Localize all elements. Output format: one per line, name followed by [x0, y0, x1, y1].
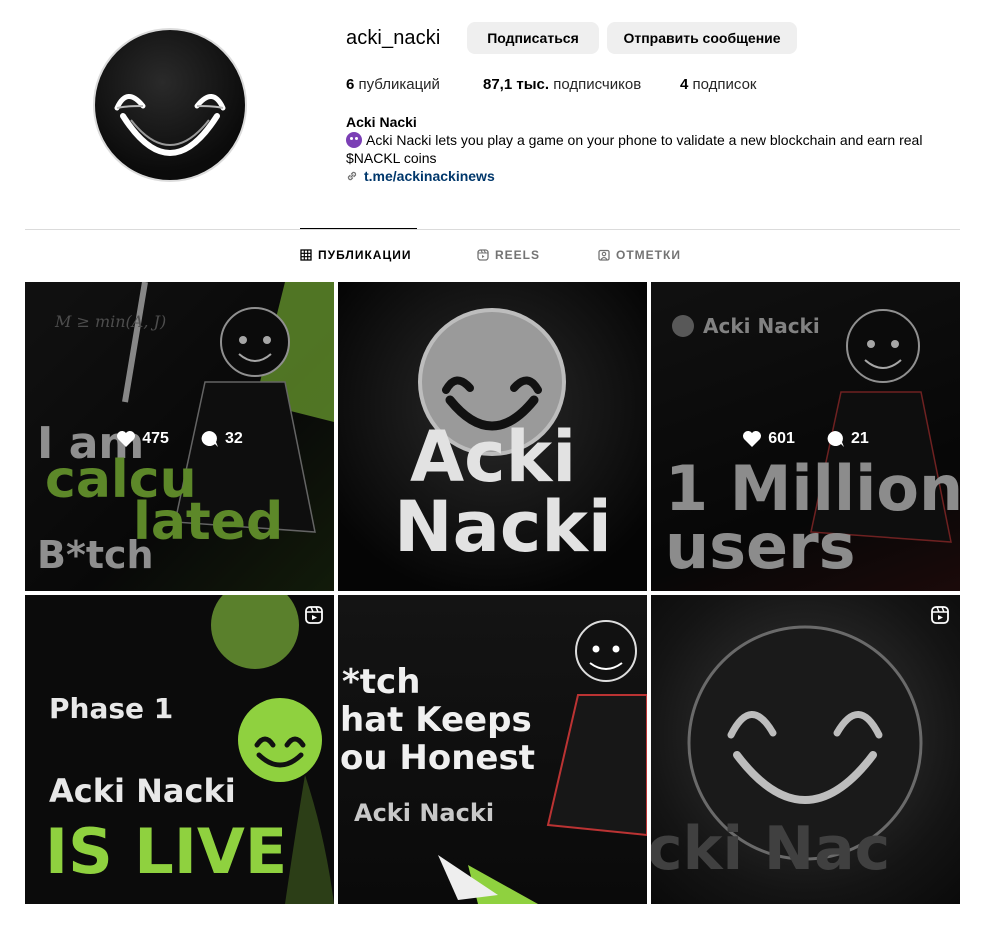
devil-emoji-icon: [346, 132, 362, 148]
post-text-line: IS LIVE: [45, 815, 288, 888]
following-count: 4: [680, 76, 689, 93]
likes-count: 475: [116, 430, 169, 448]
post-text-line: Phase 1: [49, 692, 174, 725]
reel-badge-icon: [305, 606, 323, 624]
heart-icon: [117, 431, 136, 447]
tab-tagged[interactable]: ОТМЕТКИ: [598, 248, 681, 262]
bio-text: Acki Nacki lets you play a game on your …: [346, 131, 956, 167]
post-tile-6[interactable]: cki Nac: [651, 595, 960, 904]
post-tile-4[interactable]: Phase 1 Acki Nacki IS LIVE: [25, 595, 334, 904]
likes-value: 475: [142, 430, 169, 447]
followers-stat[interactable]: 87,1 тыс. подписчиков: [483, 76, 641, 93]
posts-stat[interactable]: 6 публикаций: [346, 76, 440, 93]
tabs-divider: [25, 229, 960, 230]
bio-link[interactable]: t.me/ackinackinews: [346, 168, 495, 184]
bio-name: Acki Nacki: [346, 114, 417, 130]
tab-posts[interactable]: ПУБЛИКАЦИИ: [300, 248, 411, 262]
bio-description: Acki Nacki lets you play a game on your …: [346, 132, 923, 166]
following-stat[interactable]: 4 подписок: [680, 76, 756, 93]
post-text-line: ou Honest: [340, 738, 535, 778]
likes-value: 601: [768, 430, 795, 447]
post-brand: Acki Nacki: [354, 799, 495, 827]
post-stats: 475 32: [25, 430, 334, 448]
post-text-line: cki Nac: [651, 814, 891, 884]
comments-value: 21: [850, 430, 869, 447]
post-stats: 601 21: [651, 430, 960, 448]
link-icon: [347, 171, 357, 181]
comments-value: 32: [224, 430, 243, 447]
followers-label: подписчиков: [553, 76, 642, 93]
reel-badge-icon: [931, 606, 949, 624]
posts-count: 6: [346, 76, 355, 93]
likes-count: 601: [742, 430, 795, 448]
send-message-button[interactable]: Отправить сообщение: [607, 22, 797, 54]
tagged-icon: [598, 249, 610, 261]
reels-icon: [477, 249, 489, 261]
heart-icon: [743, 431, 762, 447]
post-tile-3[interactable]: Acki Nacki 1 Million users 601 21: [651, 282, 960, 591]
profile-avatar[interactable]: [93, 28, 247, 182]
comment-icon: [827, 431, 844, 447]
tab-tagged-label: ОТМЕТКИ: [616, 248, 681, 262]
posts-label: публикаций: [358, 76, 440, 93]
post-text-line: Acki: [410, 416, 577, 498]
post-text-line: Acki Nacki: [49, 772, 236, 810]
follow-button[interactable]: Подписаться: [467, 22, 599, 54]
post-tile-1[interactable]: M ≥ min(A, J) I am calcu lated B*tch 475…: [25, 282, 334, 591]
grid-icon: [300, 249, 312, 261]
post-text-line: Nacki: [394, 486, 612, 568]
post-text-line: hat Keeps: [340, 700, 532, 740]
post-tile-5[interactable]: *tch hat Keeps ou Honest Acki Nacki: [338, 595, 647, 904]
following-label: подписок: [692, 76, 757, 93]
comment-icon: [201, 431, 218, 447]
followers-count: 87,1 тыс.: [483, 76, 550, 93]
active-tab-indicator: [300, 228, 417, 229]
comments-count: 32: [199, 430, 243, 448]
smile-logo-icon: [114, 94, 226, 156]
tab-reels-label: REELS: [495, 248, 541, 262]
tab-reels[interactable]: REELS: [477, 248, 540, 262]
tab-posts-label: ПУБЛИКАЦИИ: [318, 248, 412, 262]
comments-count: 21: [825, 430, 869, 448]
post-tile-2[interactable]: Acki Nacki: [338, 282, 647, 591]
profile-username: acki_nacki: [346, 27, 441, 49]
bio-link-text: t.me/ackinackinews: [364, 168, 495, 184]
post-text-line: *tch: [342, 662, 421, 702]
